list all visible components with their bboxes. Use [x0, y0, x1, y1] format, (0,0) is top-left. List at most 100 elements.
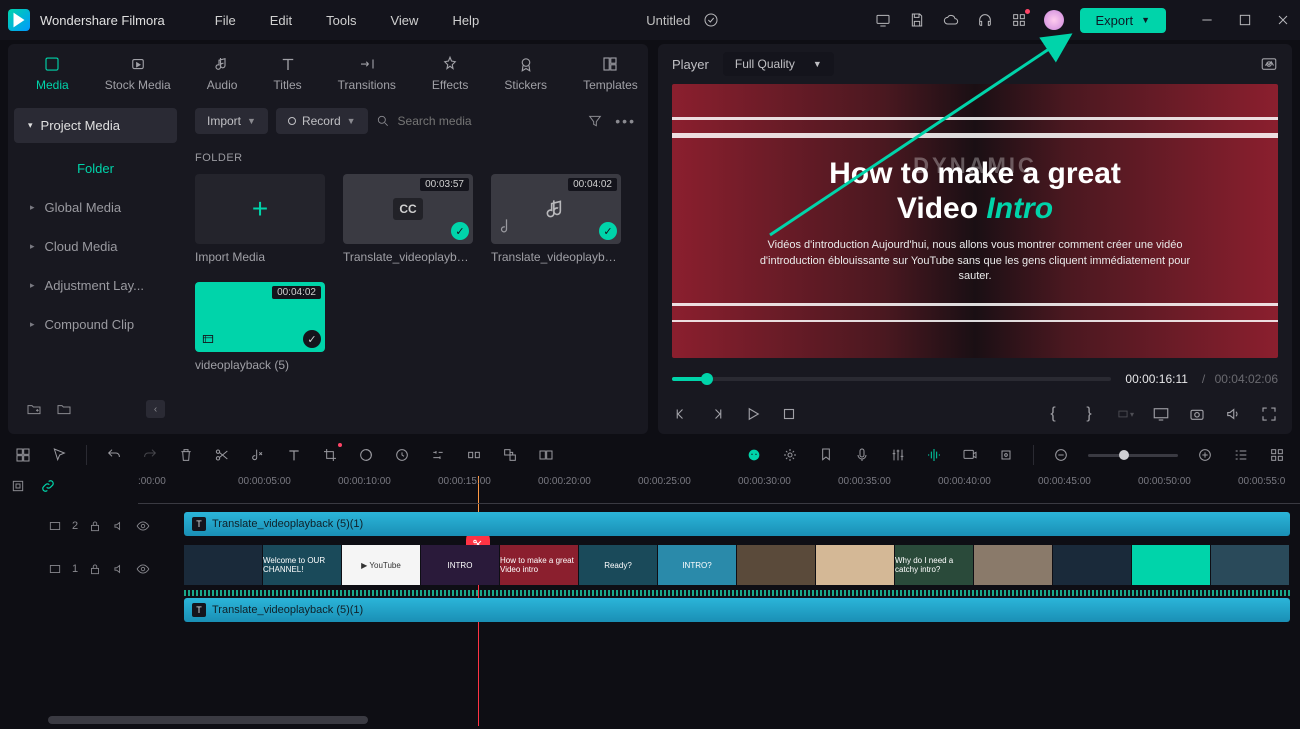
filter-icon[interactable] [587, 113, 603, 129]
speed-icon[interactable] [393, 446, 411, 464]
apps-icon[interactable] [1010, 11, 1028, 29]
screen-icon[interactable] [874, 11, 892, 29]
menu-help[interactable]: Help [438, 13, 493, 28]
tab-stock-media[interactable]: Stock Media [87, 48, 189, 98]
sidebar-item-compound-clip[interactable]: Compound Clip [14, 307, 177, 342]
more-edit-icon[interactable] [537, 446, 555, 464]
timeline-ruler[interactable]: :00:0000:00:05:0000:00:10:0000:00:15:000… [138, 476, 1300, 504]
horizontal-scrollbar[interactable] [48, 716, 1292, 724]
stop-icon[interactable] [780, 405, 798, 423]
search-input[interactable] [398, 114, 580, 128]
voiceover-icon[interactable] [853, 446, 871, 464]
mark-in-icon[interactable]: { [1044, 405, 1062, 423]
next-frame-icon[interactable] [708, 405, 726, 423]
tab-effects[interactable]: Effects [414, 48, 486, 98]
crop-icon[interactable] [321, 446, 339, 464]
tab-templates[interactable]: Templates [565, 48, 656, 98]
tab-media[interactable]: Media [18, 48, 87, 98]
menu-view[interactable]: View [376, 13, 432, 28]
close-icon[interactable] [1274, 11, 1292, 29]
tab-titles[interactable]: Titles [255, 48, 319, 98]
mixer-icon[interactable] [889, 446, 907, 464]
project-media-button[interactable]: ▾Project Media [14, 108, 177, 143]
progress-slider[interactable] [672, 377, 1111, 381]
undo-icon[interactable] [105, 446, 123, 464]
sidebar-item-global-media[interactable]: Global Media [14, 190, 177, 225]
zoom-out-icon[interactable] [1052, 446, 1070, 464]
timeline-text-clip-2[interactable]: T Translate_videoplayback (5)(1) [184, 598, 1290, 622]
target-icon[interactable] [997, 446, 1015, 464]
record-screen-icon[interactable] [961, 446, 979, 464]
snapshot-icon[interactable] [1260, 55, 1278, 73]
collapse-sidebar-icon[interactable]: ‹ [146, 400, 165, 418]
render-icon[interactable]: ▾ [1116, 405, 1134, 423]
search-icon [376, 114, 390, 128]
view-list-icon[interactable] [1232, 446, 1250, 464]
avatar[interactable] [1044, 10, 1064, 30]
quality-dropdown[interactable]: Full Quality▼ [723, 52, 834, 76]
zoom-slider[interactable] [1088, 454, 1178, 457]
marker-icon[interactable] [817, 446, 835, 464]
delete-icon[interactable] [177, 446, 195, 464]
color-icon[interactable] [357, 446, 375, 464]
more-options-icon[interactable]: ••• [615, 113, 636, 129]
display-icon[interactable] [1152, 405, 1170, 423]
sidebar-item-adjustment-layer[interactable]: Adjustment Lay... [14, 268, 177, 303]
headphones-icon[interactable] [976, 11, 994, 29]
maximize-icon[interactable] [1236, 11, 1254, 29]
sidebar-item-cloud-media[interactable]: Cloud Media [14, 229, 177, 264]
thumb-import[interactable]: + Import Media [195, 174, 325, 264]
import-dropdown[interactable]: Import▼ [195, 108, 268, 134]
split-icon[interactable] [213, 446, 231, 464]
fullscreen-icon[interactable] [1260, 405, 1278, 423]
thumb-audio-file[interactable]: 00:04:02✓ Translate_videoplayba... [491, 174, 621, 264]
track-lock-icon[interactable] [88, 519, 102, 533]
timeline-link-icon[interactable] [40, 478, 56, 494]
thumb-caption-file[interactable]: CC00:03:57✓ Translate_videoplayba... [343, 174, 473, 264]
zoom-in-icon[interactable] [1196, 446, 1214, 464]
record-dropdown[interactable]: Record▼ [276, 108, 368, 134]
track-visibility-icon[interactable] [136, 519, 150, 533]
volume-icon[interactable] [1224, 405, 1242, 423]
track-visibility-icon[interactable] [136, 562, 150, 576]
track-mute-icon[interactable] [112, 519, 126, 533]
track-mute-icon[interactable] [112, 562, 126, 576]
selection-tool-icon[interactable] [50, 446, 68, 464]
text-icon[interactable] [285, 446, 303, 464]
new-folder-icon[interactable] [26, 401, 42, 417]
group-icon[interactable] [501, 446, 519, 464]
timeline-video-clip[interactable]: Welcome to OUR CHANNEL!▶ YouTubeINTROHow… [184, 545, 1290, 585]
menu-file[interactable]: File [201, 13, 250, 28]
prev-frame-icon[interactable] [672, 405, 690, 423]
menu-tools[interactable]: Tools [312, 13, 370, 28]
auto-beat-icon[interactable] [925, 446, 943, 464]
app-logo [8, 9, 30, 31]
enhance-icon[interactable] [781, 446, 799, 464]
folder-icon[interactable] [56, 401, 72, 417]
tab-transitions[interactable]: Transitions [320, 48, 414, 98]
menu-edit[interactable]: Edit [256, 13, 306, 28]
preview-canvas[interactable]: DYNAMIC How to make a great Video Intro … [672, 84, 1278, 358]
save-icon[interactable] [908, 11, 926, 29]
thumb-video-file[interactable]: 00:04:02✓ videoplayback (5) [195, 282, 325, 372]
keyframe-icon[interactable] [465, 446, 483, 464]
tab-stickers[interactable]: Stickers [486, 48, 565, 98]
redo-icon[interactable] [141, 446, 159, 464]
check-icon: ✓ [451, 222, 469, 240]
timeline-text-clip[interactable]: T Translate_videoplayback (5)(1) [184, 512, 1290, 536]
track-lock-icon[interactable] [88, 562, 102, 576]
layout-icon[interactable] [14, 446, 32, 464]
timeline-lock-icon[interactable] [10, 478, 26, 494]
mark-out-icon[interactable]: } [1080, 405, 1098, 423]
sync-status-icon[interactable] [702, 11, 720, 29]
adjust-icon[interactable] [429, 446, 447, 464]
music-beat-icon[interactable] [249, 446, 267, 464]
minimize-icon[interactable] [1198, 11, 1216, 29]
cloud-icon[interactable] [942, 11, 960, 29]
tab-audio[interactable]: Audio [189, 48, 256, 98]
view-grid-icon[interactable] [1268, 446, 1286, 464]
play-icon[interactable] [744, 405, 762, 423]
ai-assistant-icon[interactable] [745, 446, 763, 464]
export-button[interactable]: Export▼ [1080, 8, 1167, 33]
camera-icon[interactable] [1188, 405, 1206, 423]
